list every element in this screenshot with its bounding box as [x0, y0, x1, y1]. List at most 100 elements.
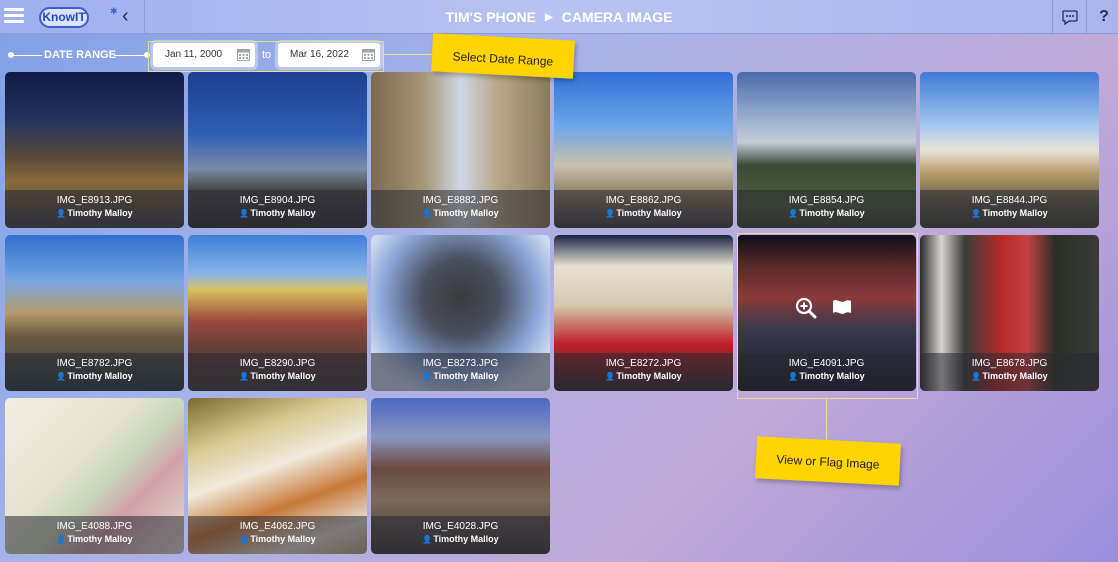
person-icon: 👤: [422, 209, 433, 218]
image-owner: 👤Timothy Malloy: [5, 370, 184, 383]
owner-name: Timothy Malloy: [433, 371, 499, 381]
image-owner: 👤Timothy Malloy: [554, 207, 733, 220]
image-filename: IMG_E8844.JPG: [971, 195, 1048, 206]
image-filename: IMG_E8854.JPG: [788, 195, 865, 206]
person-icon: 👤: [239, 535, 250, 544]
image-filename: IMG_E8290.JPG: [239, 358, 316, 369]
image-owner: 👤Timothy Malloy: [737, 207, 916, 220]
image-owner: 👤Timothy Malloy: [371, 207, 550, 220]
image-filename: IMG_E8862.JPG: [605, 195, 682, 206]
person-icon: 👤: [422, 535, 433, 544]
image-filename: IMG_E8782.JPG: [56, 358, 133, 369]
person-icon: 👤: [56, 209, 67, 218]
person-icon: 👤: [56, 372, 67, 381]
image-owner: 👤Timothy Malloy: [5, 207, 184, 220]
image-owner: 👤Timothy Malloy: [188, 207, 367, 220]
person-icon: 👤: [239, 372, 250, 381]
image-caption: IMG_E8290.JPG 👤Timothy Malloy: [188, 353, 367, 391]
image-caption: IMG_E8904.JPG 👤Timothy Malloy: [188, 190, 367, 228]
owner-name: Timothy Malloy: [799, 208, 865, 218]
image-tile[interactable]: IMG_E4028.JPG 👤Timothy Malloy: [371, 398, 550, 554]
view-flag-callout: View or Flag Image: [754, 436, 902, 486]
image-caption: IMG_E8862.JPG 👤Timothy Malloy: [554, 190, 733, 228]
date-range-highlight: [148, 41, 384, 72]
chat-icon: [1062, 9, 1078, 25]
person-icon: 👤: [605, 372, 616, 381]
owner-name: Timothy Malloy: [250, 371, 316, 381]
image-filename: IMG_E8272.JPG: [605, 358, 682, 369]
owner-name: Timothy Malloy: [616, 371, 682, 381]
image-tile[interactable]: IMG_E8904.JPG 👤Timothy Malloy: [188, 72, 367, 228]
image-tile[interactable]: IMG_E8844.JPG 👤Timothy Malloy: [920, 72, 1099, 228]
owner-name: Timothy Malloy: [616, 208, 682, 218]
image-caption: IMG_E4062.JPG 👤Timothy Malloy: [188, 516, 367, 554]
image-tile[interactable]: IMG_E4088.JPG 👤Timothy Malloy: [5, 398, 184, 554]
image-filename: IMG_E8913.JPG: [56, 195, 133, 206]
image-caption: IMG_E4088.JPG 👤Timothy Malloy: [5, 516, 184, 554]
image-filename: IMG_E8882.JPG: [422, 195, 499, 206]
owner-name: Timothy Malloy: [67, 208, 133, 218]
image-caption: IMG_E8913.JPG 👤Timothy Malloy: [5, 190, 184, 228]
image-caption: IMG_E8782.JPG 👤Timothy Malloy: [5, 353, 184, 391]
image-tile[interactable]: IMG_E8290.JPG 👤Timothy Malloy: [188, 235, 367, 391]
owner-name: Timothy Malloy: [982, 208, 1048, 218]
owner-name: Timothy Malloy: [433, 208, 499, 218]
date-range-label: DATE RANGE: [44, 49, 116, 61]
image-owner: 👤Timothy Malloy: [188, 370, 367, 383]
image-tile[interactable]: IMG_E4062.JPG 👤Timothy Malloy: [188, 398, 367, 554]
image-caption: IMG_E8273.JPG 👤Timothy Malloy: [371, 353, 550, 391]
person-icon: 👤: [605, 209, 616, 218]
image-tile[interactable]: IMG_E8862.JPG 👤Timothy Malloy: [554, 72, 733, 228]
person-icon: 👤: [56, 535, 67, 544]
callout-connector: [384, 54, 434, 55]
image-filename: IMG_E4088.JPG: [56, 521, 133, 532]
breadcrumb-device[interactable]: TIM'S PHONE: [446, 9, 536, 25]
person-icon: 👤: [971, 209, 982, 218]
top-bar: KnowIT ✱ ‹ TIM'S PHONE ▶ CAMERA IMAGE ?: [0, 0, 1118, 34]
person-icon: 👤: [788, 209, 799, 218]
timeline-line: [114, 55, 146, 56]
person-icon: 👤: [239, 209, 250, 218]
image-filename: IMG_E8678.JPG: [971, 358, 1048, 369]
owner-name: Timothy Malloy: [67, 534, 133, 544]
image-tile[interactable]: IMG_E8782.JPG 👤Timothy Malloy: [5, 235, 184, 391]
image-filename: IMG_E4028.JPG: [422, 521, 499, 532]
help-button[interactable]: ?: [1087, 0, 1118, 34]
callout-connector: [826, 399, 827, 441]
image-caption: IMG_E8844.JPG 👤Timothy Malloy: [920, 190, 1099, 228]
person-icon: 👤: [422, 372, 433, 381]
image-tile[interactable]: IMG_E8272.JPG 👤Timothy Malloy: [554, 235, 733, 391]
image-tile[interactable]: IMG_E8882.JPG 👤Timothy Malloy: [371, 72, 550, 228]
image-caption: IMG_E8272.JPG 👤Timothy Malloy: [554, 353, 733, 391]
image-owner: 👤Timothy Malloy: [371, 370, 550, 383]
owner-name: Timothy Malloy: [982, 371, 1048, 381]
image-tile[interactable]: IMG_E8678.JPG 👤Timothy Malloy: [920, 235, 1099, 391]
person-icon: 👤: [971, 372, 982, 381]
image-caption: IMG_E8678.JPG 👤Timothy Malloy: [920, 353, 1099, 391]
image-caption: IMG_E4028.JPG 👤Timothy Malloy: [371, 516, 550, 554]
owner-name: Timothy Malloy: [67, 371, 133, 381]
owner-name: Timothy Malloy: [433, 534, 499, 544]
owner-name: Timothy Malloy: [250, 534, 316, 544]
image-owner: 👤Timothy Malloy: [554, 370, 733, 383]
image-tile[interactable]: IMG_E8854.JPG 👤Timothy Malloy: [737, 72, 916, 228]
view-flag-highlight: [737, 233, 918, 399]
breadcrumb-arrow-icon: ▶: [545, 12, 553, 23]
image-filename: IMG_E8904.JPG: [239, 195, 316, 206]
image-tile[interactable]: IMG_E8273.JPG 👤Timothy Malloy: [371, 235, 550, 391]
image-owner: 👤Timothy Malloy: [188, 533, 367, 546]
timeline-line: [12, 55, 42, 56]
image-filename: IMG_E8273.JPG: [422, 358, 499, 369]
select-date-range-callout: Select Date Range: [431, 33, 575, 79]
image-owner: 👤Timothy Malloy: [5, 533, 184, 546]
image-caption: IMG_E8882.JPG 👤Timothy Malloy: [371, 190, 550, 228]
image-owner: 👤Timothy Malloy: [920, 370, 1099, 383]
image-owner: 👤Timothy Malloy: [920, 207, 1099, 220]
image-owner: 👤Timothy Malloy: [371, 533, 550, 546]
owner-name: Timothy Malloy: [250, 208, 316, 218]
breadcrumb-page: CAMERA IMAGE: [561, 9, 673, 25]
image-tile[interactable]: IMG_E8913.JPG 👤Timothy Malloy: [5, 72, 184, 228]
image-caption: IMG_E8854.JPG 👤Timothy Malloy: [737, 190, 916, 228]
image-filename: IMG_E4062.JPG: [239, 521, 316, 532]
chat-button[interactable]: [1053, 0, 1087, 34]
